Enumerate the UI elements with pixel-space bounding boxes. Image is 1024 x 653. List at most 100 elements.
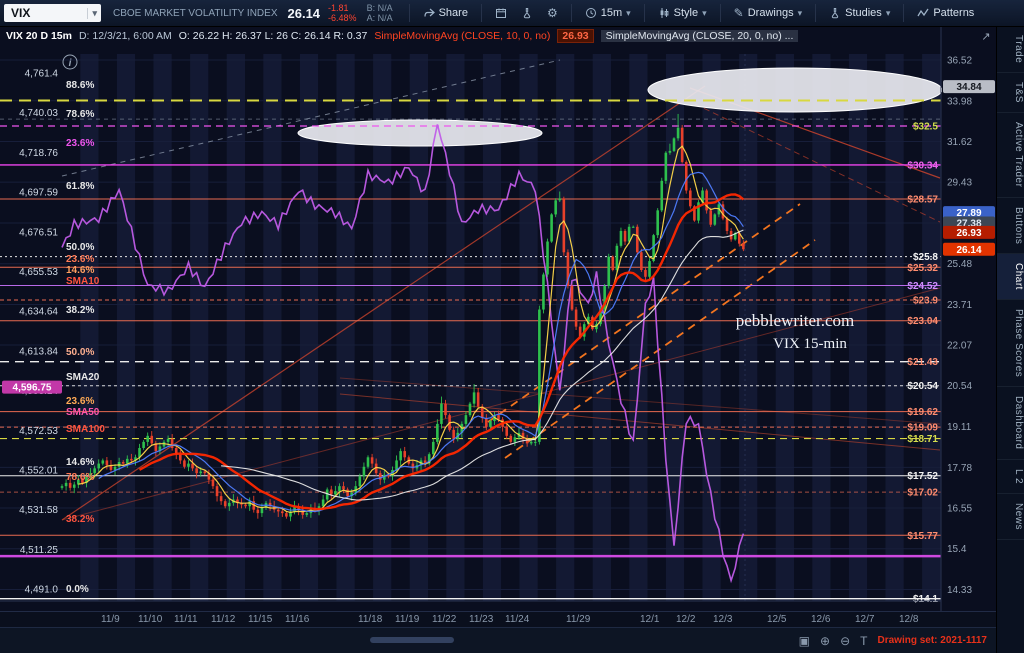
axis-tick-label: 15.4	[947, 544, 967, 555]
time-scrollbar-thumb[interactable]	[370, 637, 454, 643]
date-axis-label: 12/7	[855, 614, 874, 625]
text-tool-icon[interactable]: T	[860, 634, 867, 648]
date-axis-label: 11/22	[432, 614, 456, 625]
level-price-label: $19.09	[907, 423, 938, 434]
fib-label: 0.0%	[66, 584, 89, 595]
level-price-label: $19.62	[907, 407, 938, 418]
change-value: -1.81	[328, 3, 357, 13]
date-axis-label: 12/6	[811, 614, 830, 625]
axis-tick-label: 16.55	[947, 503, 972, 514]
date-axis-label: 12/5	[767, 614, 786, 625]
ask-value: A: N/A	[367, 13, 393, 23]
share-icon	[423, 7, 435, 19]
tab-dashboard[interactable]: Dashboard	[997, 387, 1024, 459]
settings-button[interactable]: ⚙	[540, 1, 565, 25]
date-axis-label: 11/11	[174, 614, 198, 625]
tab-chart[interactable]: Chart	[997, 254, 1024, 300]
svg-text:i: i	[69, 58, 72, 69]
patterns-button[interactable]: Patterns	[910, 1, 981, 25]
fib-label: 88.6%	[66, 80, 94, 91]
symbol-value: VIX	[11, 6, 30, 20]
level-price-label: $20.54	[907, 381, 938, 392]
fib-label: 23.6%	[66, 138, 94, 149]
maximize-chart-icon[interactable]: ↗	[981, 31, 990, 43]
drawings-button[interactable]: ✎ Drawings ▾	[727, 1, 809, 25]
fib-label: 50.0%	[66, 347, 94, 358]
spx-axis-label: 4,740.03	[19, 108, 58, 119]
fib-label: SMA20	[66, 372, 100, 383]
tab-trade[interactable]: Trade	[997, 26, 1024, 73]
date-axis-label: 11/29	[566, 614, 590, 625]
tab-phase-scores[interactable]: Phase Scores	[997, 300, 1024, 387]
spx-axis-label: 4,697.59	[19, 188, 58, 199]
svg-text:26.93: 26.93	[956, 228, 981, 239]
price-chart-svg[interactable]: $32.5$30.34$28.57$25.8$25.32$24.52$23.9$…	[0, 26, 997, 611]
studies-button[interactable]: Studies ▾	[822, 1, 897, 25]
date-axis-label: 12/2	[676, 614, 695, 625]
spx-axis-label: 4,613.84	[19, 346, 58, 357]
calendar-icon	[495, 7, 507, 19]
axis-tick-label: 19.11	[947, 422, 972, 433]
analysis-button[interactable]	[514, 1, 540, 25]
level-price-label: $32.5	[913, 122, 938, 133]
chart-area[interactable]: $32.5$30.34$28.57$25.8$25.32$24.52$23.9$…	[0, 26, 997, 653]
date-axis-label: 12/1	[640, 614, 659, 625]
date-axis-label: 11/19	[395, 614, 419, 625]
toolbar-separator	[409, 4, 410, 22]
share-button[interactable]: Share	[416, 1, 475, 25]
style-button[interactable]: Style ▾	[651, 1, 714, 25]
spx-axis-label: 4,676.51	[19, 227, 58, 238]
toolbar-separator	[644, 4, 645, 22]
level-price-label: $17.52	[907, 471, 938, 482]
gear-icon: ⚙	[547, 6, 558, 20]
date-axis-label: 11/9	[101, 614, 120, 625]
date-axis-label: 11/18	[358, 614, 382, 625]
spx-axis-label: 4,511.25	[20, 545, 59, 556]
axis-tick-label: 36.52	[947, 56, 972, 67]
tab-time-and-sales[interactable]: T&S	[997, 73, 1024, 113]
sma20-study-label[interactable]: SimpleMovingAvg (CLOSE, 20, 0, no) ...	[601, 30, 799, 42]
bid-value: B: N/A	[367, 3, 393, 13]
drawing-set-label[interactable]: Drawing set: 2021-1117	[877, 635, 987, 646]
zoom-in-icon[interactable]: ⊕	[820, 634, 830, 648]
timeframe-label: 15m	[601, 7, 622, 19]
zoom-out-icon[interactable]: ⊖	[840, 634, 850, 648]
spx-axis-label: 4,552.01	[19, 466, 58, 477]
share-label: Share	[439, 7, 468, 19]
fib-label: SMA50	[66, 407, 100, 418]
tab-buttons[interactable]: Buttons	[997, 198, 1024, 254]
chart-status-line: VIX 20 D 15m D: 12/3/21, 6:00 AM O: 26.2…	[6, 29, 798, 43]
top-toolbar: VIX ▾ CBOE MARKET VOLATILITY INDEX 26.14…	[0, 0, 1024, 27]
company-name: CBOE MARKET VOLATILITY INDEX	[113, 8, 278, 19]
crosshair-tool-icon[interactable]: ▣	[799, 634, 810, 648]
fib-label: 23.6%	[66, 396, 94, 407]
timeframe-caret-icon: ▾	[626, 8, 631, 19]
tab-level2[interactable]: L 2	[997, 460, 1024, 494]
svg-text:4,596.75: 4,596.75	[13, 383, 52, 394]
tab-news[interactable]: News	[997, 494, 1024, 540]
level-price-label: $28.57	[907, 194, 938, 205]
symbol-input[interactable]: VIX ▾	[4, 4, 101, 22]
axis-tick-label: 25.48	[947, 259, 972, 270]
clock-icon	[585, 7, 597, 19]
fib-label: 23.6%	[66, 254, 94, 265]
level-price-label: $24.52	[907, 281, 938, 292]
sma10-study-value: 26.93	[557, 29, 593, 43]
sma10-study-label[interactable]: SimpleMovingAvg (CLOSE, 10, 0, no)	[374, 30, 550, 42]
level-price-label: $18.71	[907, 434, 938, 445]
toolbar-separator	[815, 4, 816, 22]
tab-active-trader[interactable]: Active Trader	[997, 113, 1024, 197]
svg-text:34.84: 34.84	[956, 82, 981, 93]
axis-tick-label: 31.62	[947, 137, 972, 148]
chart-title: VIX 20 D 15m	[6, 30, 72, 42]
symbol-dropdown-caret-icon[interactable]: ▾	[87, 8, 97, 19]
level-price-label: $23.9	[913, 295, 938, 306]
fib-label: SMA10	[66, 276, 100, 287]
spx-axis-label: 4,655.53	[19, 267, 58, 278]
spx-axis-label: 4,572.53	[19, 426, 58, 437]
spx-axis-label: 4,718.76	[19, 148, 58, 159]
timeframe-button[interactable]: 15m ▾	[578, 1, 638, 25]
axis-tick-label: 29.43	[947, 178, 972, 189]
reports-button[interactable]	[488, 1, 514, 25]
studies-label: Studies	[845, 7, 882, 19]
